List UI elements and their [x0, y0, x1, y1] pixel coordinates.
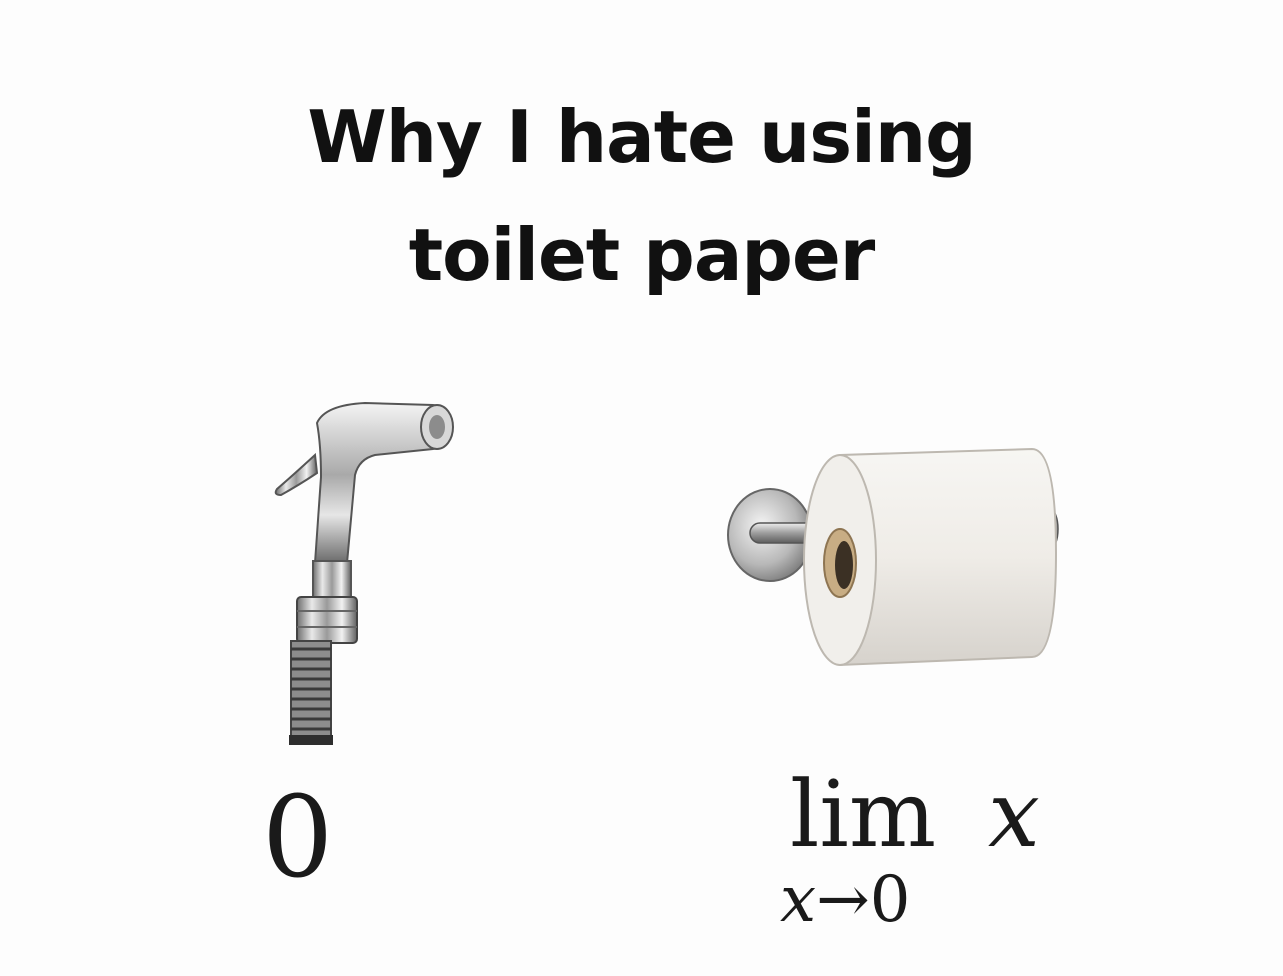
subscript-arrow: → [816, 863, 870, 937]
limit-word: lim [790, 761, 937, 868]
sprayer-label: 0 [262, 773, 334, 903]
title-line-1: Why I hate using [307, 95, 976, 179]
meme-title: Why I hate using toilet paper [0, 78, 1283, 314]
bidet-sprayer-icon [274, 401, 454, 745]
subscript-target: 0 [869, 863, 911, 937]
limit-expression: lim x x→0 [780, 760, 1080, 950]
limit-variable: x [988, 761, 1040, 868]
meme-canvas: Why I hate using toilet paper 0 lim x x→… [0, 0, 1283, 976]
limit-subscript: x→0 [780, 864, 910, 936]
subscript-variable: x [780, 863, 817, 937]
title-line-2: toilet paper [408, 213, 876, 297]
toilet-paper-roll-icon [727, 447, 1059, 667]
